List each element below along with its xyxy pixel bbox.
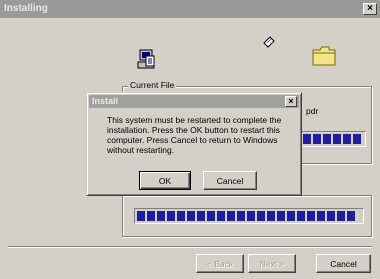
progress-block	[327, 211, 335, 221]
progress-block	[147, 211, 155, 221]
progress-block	[267, 211, 275, 221]
restart-dialog: Install × This system must be restarted …	[86, 92, 302, 196]
ok-button[interactable]: OK	[139, 171, 191, 190]
progress-block	[313, 134, 321, 144]
progress-block	[347, 211, 355, 221]
current-file-progress	[300, 131, 366, 147]
dialog-message: This system must be restarted to complet…	[107, 115, 282, 155]
progress-block	[277, 211, 285, 221]
progress-block	[187, 211, 195, 221]
folder-icon	[311, 44, 337, 68]
ok-button-label: OK	[158, 175, 172, 186]
progress-block	[257, 211, 265, 221]
current-filename: pdr	[306, 106, 319, 116]
dialog-cancel-button[interactable]: Cancel	[203, 171, 257, 190]
progress-block	[167, 211, 175, 221]
progress-block	[317, 211, 325, 221]
button-separator	[8, 246, 372, 248]
progress-block	[353, 134, 361, 144]
back-button[interactable]: < Back	[196, 254, 244, 273]
dialog-title-bar[interactable]: Install ×	[89, 95, 299, 108]
progress-block	[197, 211, 205, 221]
next-button[interactable]: Next >	[248, 254, 296, 273]
progress-block	[333, 134, 341, 144]
progress-block	[337, 211, 345, 221]
progress-block	[217, 211, 225, 221]
dialog-title: Install	[92, 96, 119, 106]
progress-block	[177, 211, 185, 221]
progress-block	[137, 211, 145, 221]
progress-block	[247, 211, 255, 221]
progress-block	[157, 211, 165, 221]
computer-setup-icon	[136, 48, 158, 72]
window-close-button[interactable]: ×	[363, 3, 377, 15]
progress-block	[287, 211, 295, 221]
overall-progress-bar	[134, 208, 364, 224]
back-button-label: < Back	[206, 258, 234, 269]
progress-block	[227, 211, 235, 221]
progress-block	[307, 211, 315, 221]
progress-block	[207, 211, 215, 221]
cancel-button[interactable]: Cancel	[316, 254, 371, 273]
current-file-label: Current File	[128, 80, 177, 90]
cancel-button-label: Cancel	[330, 258, 357, 269]
progress-block	[237, 211, 245, 221]
dialog-cancel-button-label: Cancel	[216, 175, 244, 186]
title-bar[interactable]: Installing ×	[0, 0, 380, 18]
next-button-label: Next >	[259, 258, 285, 269]
progress-block	[343, 134, 351, 144]
progress-block	[323, 134, 331, 144]
progress-block	[303, 134, 311, 144]
dialog-close-button[interactable]: ×	[285, 96, 297, 107]
window-title: Installing	[4, 3, 48, 14]
progress-block	[297, 211, 305, 221]
flying-page-icon	[262, 35, 276, 49]
